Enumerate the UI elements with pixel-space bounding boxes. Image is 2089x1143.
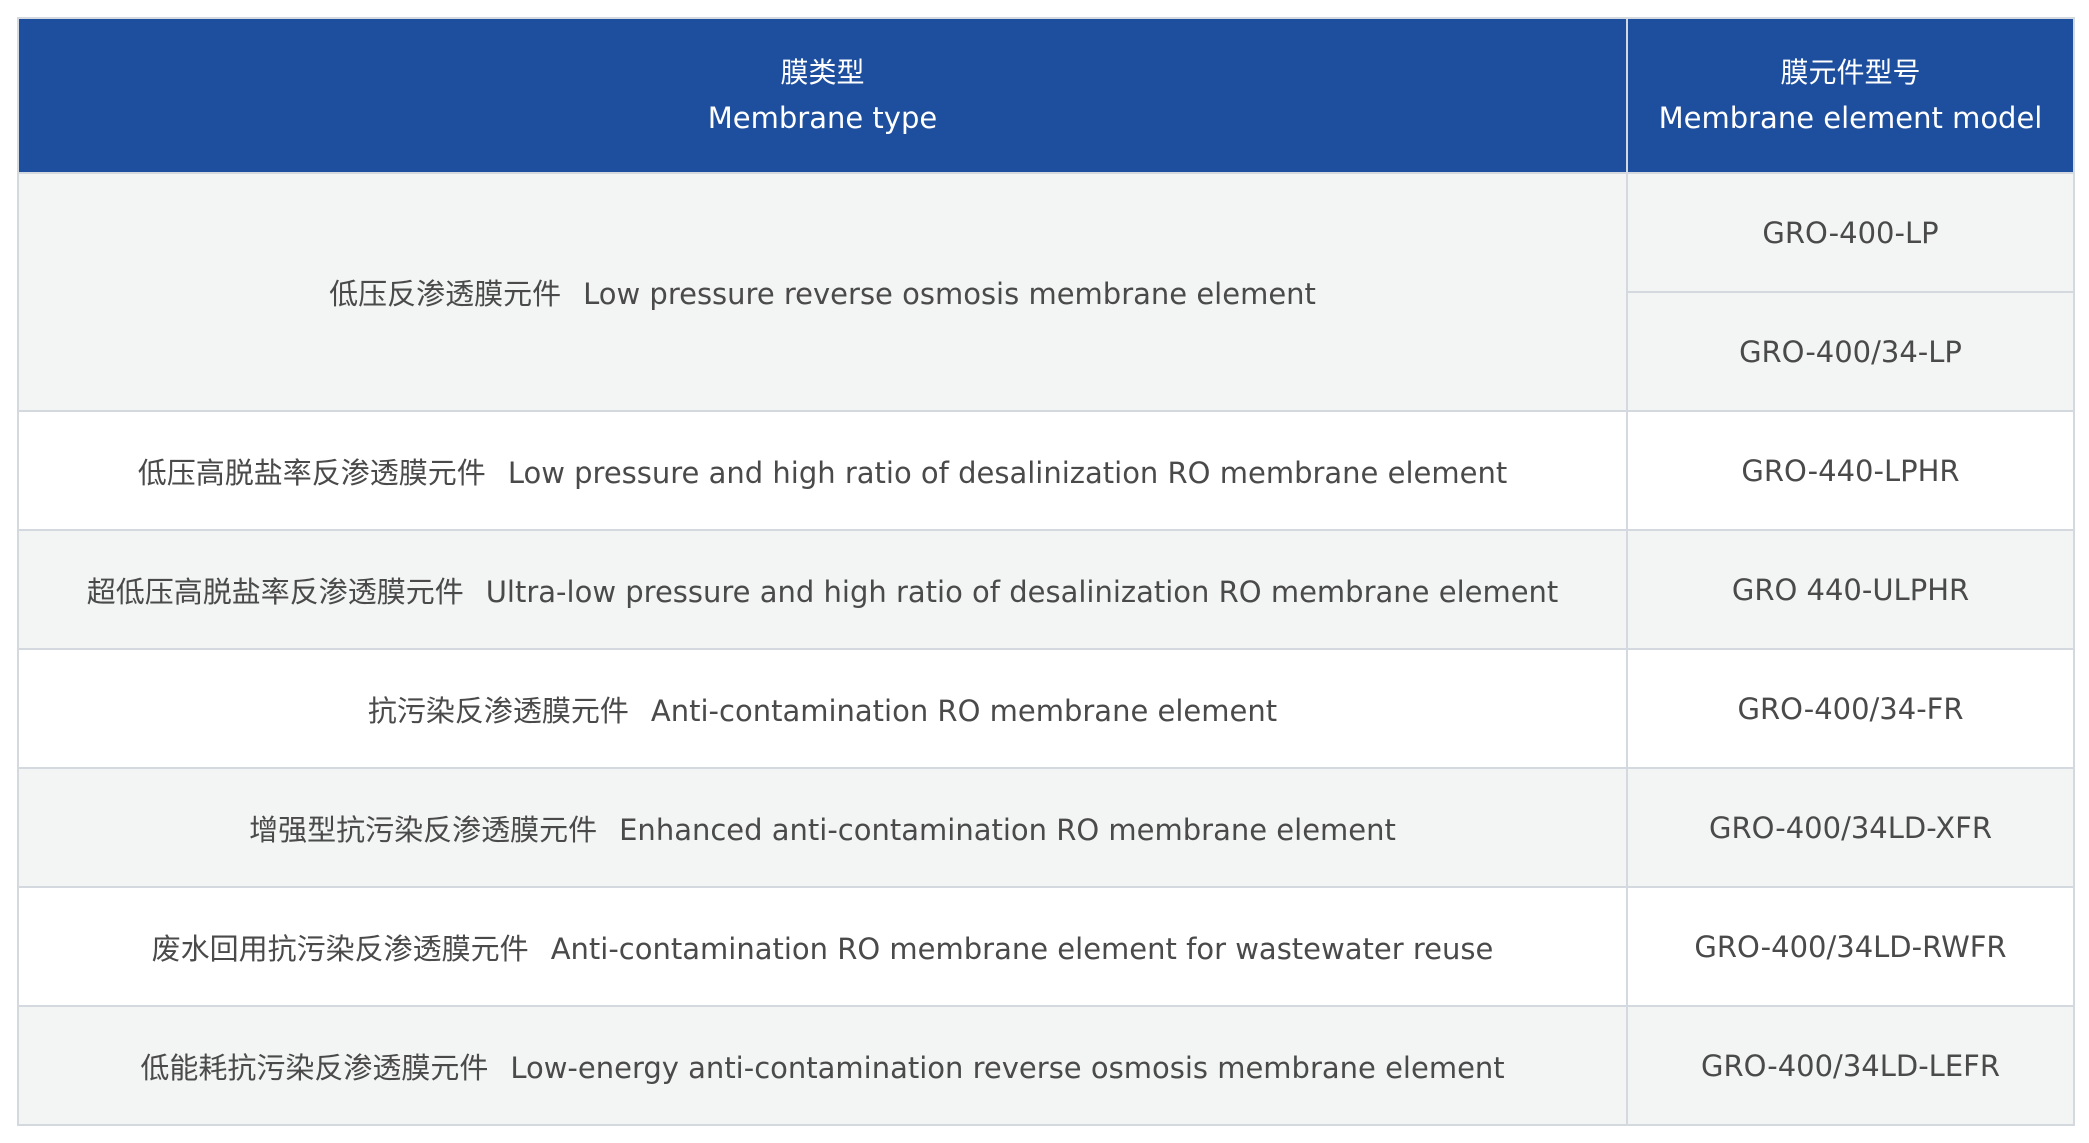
membrane-type-en: Enhanced anti-contamination RO membrane … <box>619 812 1396 847</box>
membrane-model-cell: GRO-440-LPHR <box>1626 410 2075 531</box>
membrane-model-cell: GRO-400/34-FR <box>1626 648 2075 769</box>
header-type-en: Membrane type <box>707 100 938 135</box>
table-row: 低压反渗透膜元件 Low pressure reverse osmosis mem… <box>17 172 2075 412</box>
membrane-type-cell: 低压高脱盐率反渗透膜元件 Low pressure and high ratio … <box>17 410 1628 531</box>
table-body: 低压反渗透膜元件 Low pressure reverse osmosis mem… <box>17 172 2075 1126</box>
membrane-type-zh: 低压高脱盐率反渗透膜元件 <box>137 455 486 490</box>
header-row: 膜类型 Membrane type 膜元件型号 Membrane element… <box>17 17 2075 174</box>
header-membrane-model: 膜元件型号 Membrane element model <box>1626 17 2075 174</box>
membrane-type-cell: 废水回用抗污染反渗透膜元件 Anti-contamination RO membr… <box>17 886 1628 1007</box>
table-header: 膜类型 Membrane type 膜元件型号 Membrane element… <box>17 17 2075 174</box>
membrane-model-cell: GRO 440-ULPHR <box>1626 529 2075 650</box>
membrane-type-en: Low pressure and high ratio of desaliniz… <box>507 455 1508 490</box>
membrane-type-en: Anti-contamination RO membrane element f… <box>550 931 1494 966</box>
table-row: 增强型抗污染反渗透膜元件 Enhanced anti-contamination … <box>17 767 2075 888</box>
membrane-model-cell: GRO-400/34LD-RWFR <box>1626 886 2075 1007</box>
header-model-zh: 膜元件型号 <box>1780 55 1921 89</box>
membrane-model-cell: GRO-400-LP <box>1626 172 2075 293</box>
header-type-zh: 膜类型 <box>780 55 865 89</box>
table-row: 超低压高脱盐率反渗透膜元件 Ultra-low pressure and high… <box>17 529 2075 650</box>
membrane-type-zh: 超低压高脱盐率反渗透膜元件 <box>86 574 464 609</box>
header-membrane-type: 膜类型 Membrane type <box>17 17 1628 174</box>
membrane-type-zh: 废水回用抗污染反渗透膜元件 <box>151 931 529 966</box>
table-row: 低压高脱盐率反渗透膜元件 Low pressure and high ratio … <box>17 410 2075 531</box>
table-row: 低能耗抗污染反渗透膜元件 Low-energy anti-contaminatio… <box>17 1005 2075 1126</box>
membrane-type-zh: 抗污染反渗透膜元件 <box>367 693 629 728</box>
table-row: 抗污染反渗透膜元件 Anti-contamination RO membrane … <box>17 648 2075 769</box>
membrane-type-en: Low-energy anti-contamination reverse os… <box>510 1050 1505 1085</box>
membrane-type-en: Ultra-low pressure and high ratio of des… <box>485 574 1559 609</box>
membrane-model-cell: GRO-400/34LD-LEFR <box>1626 1005 2075 1126</box>
membrane-type-en: Low pressure reverse osmosis membrane el… <box>583 277 1316 311</box>
membrane-table-container: 膜类型 Membrane type 膜元件型号 Membrane element… <box>17 17 2075 1126</box>
header-model-en: Membrane element model <box>1658 100 2043 135</box>
membrane-model-cell: GRO-400/34LD-XFR <box>1626 767 2075 888</box>
membrane-type-cell: 增强型抗污染反渗透膜元件 Enhanced anti-contamination … <box>17 767 1628 888</box>
table-row: 废水回用抗污染反渗透膜元件 Anti-contamination RO membr… <box>17 886 2075 1007</box>
membrane-type-en: Anti-contamination RO membrane element <box>650 693 1278 728</box>
membrane-type-zh: 增强型抗污染反渗透膜元件 <box>249 812 598 847</box>
membrane-type-cell: 超低压高脱盐率反渗透膜元件 Ultra-low pressure and high… <box>17 529 1628 650</box>
membrane-type-cell: 低压反渗透膜元件 Low pressure reverse osmosis mem… <box>17 172 1628 412</box>
membrane-type-cell: 低能耗抗污染反渗透膜元件 Low-energy anti-contaminatio… <box>17 1005 1628 1126</box>
membrane-type-zh: 低能耗抗污染反渗透膜元件 <box>140 1050 489 1085</box>
membrane-type-cell: 抗污染反渗透膜元件 Anti-contamination RO membrane … <box>17 648 1628 769</box>
membrane-table: 膜类型 Membrane type 膜元件型号 Membrane element… <box>17 17 2075 1126</box>
membrane-type-zh: 低压反渗透膜元件 <box>329 277 562 311</box>
membrane-model-cell: GRO-400/34-LP <box>1626 291 2075 412</box>
